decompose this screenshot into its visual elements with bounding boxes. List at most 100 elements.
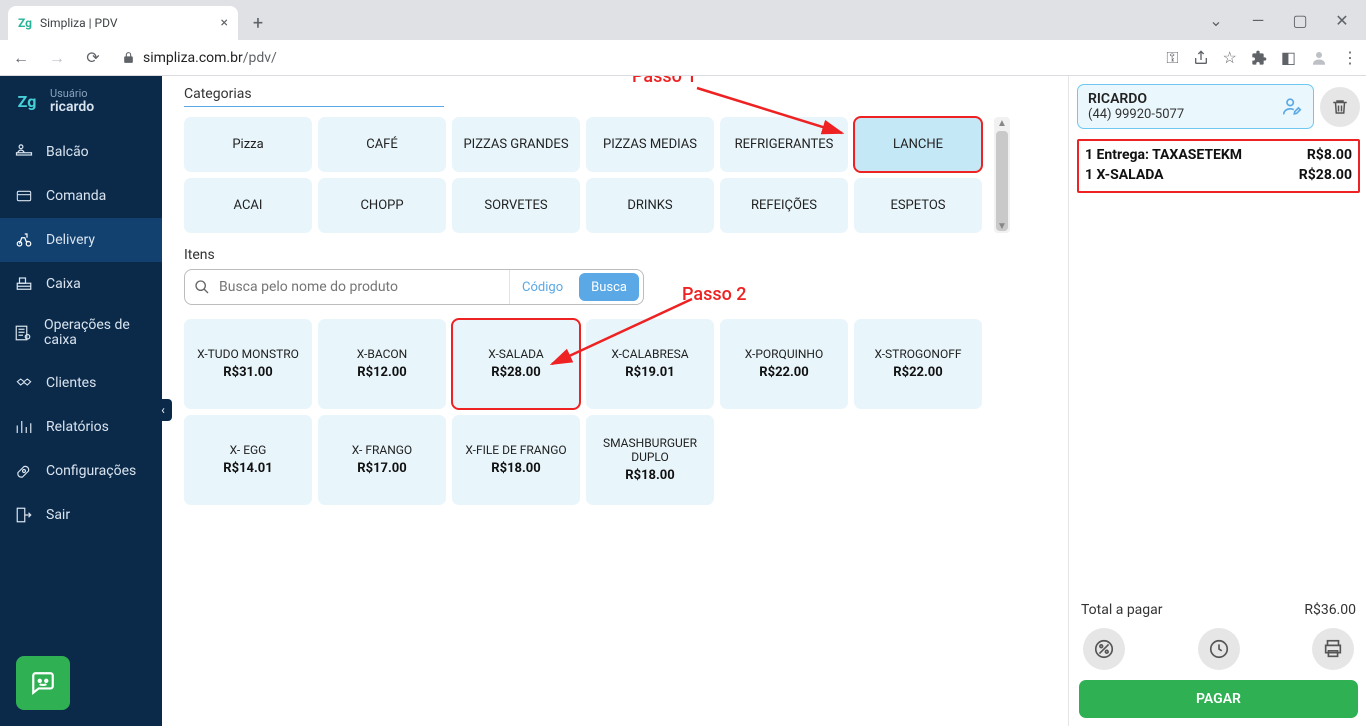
- scroll-up-icon[interactable]: ▲: [994, 118, 1010, 129]
- order-line[interactable]: 1 Entrega: TAXASETEKMR$8.00: [1085, 145, 1352, 165]
- customer-card[interactable]: RICARDO (44) 99920-5077: [1077, 84, 1314, 129]
- sidebar-item-relatorios[interactable]: Relatórios: [0, 405, 162, 449]
- item-card[interactable]: X-SALADA R$28.00: [452, 319, 580, 409]
- key-icon[interactable]: ⚿: [1166, 48, 1178, 68]
- sidepanel-icon[interactable]: ◧: [1281, 48, 1296, 67]
- item-card[interactable]: X-FILE DE FRANGOR$18.00: [452, 415, 580, 505]
- edit-customer-icon[interactable]: [1281, 96, 1303, 118]
- profile-icon[interactable]: [1310, 49, 1328, 67]
- order-line-text: 1 X-SALADA: [1085, 167, 1164, 183]
- pay-button[interactable]: PAGAR: [1079, 680, 1358, 718]
- category-button[interactable]: PIZZAS MEDIAS: [586, 117, 714, 172]
- category-button[interactable]: PIZZAS GRANDES: [452, 117, 580, 172]
- categories-grid: PizzaCAFÉPIZZAS GRANDESPIZZAS MEDIASREFR…: [184, 117, 982, 233]
- item-price: R$14.01: [223, 461, 272, 476]
- history-button[interactable]: [1198, 628, 1240, 670]
- item-name: X-SALADA: [488, 348, 544, 361]
- order-panel: RICARDO (44) 99920-5077 1 Entrega: TAXAS…: [1068, 76, 1366, 726]
- share-icon[interactable]: [1193, 50, 1209, 66]
- scroll-down-icon[interactable]: ▼: [994, 221, 1010, 232]
- close-icon[interactable]: ×: [221, 15, 228, 31]
- item-card[interactable]: X-TUDO MONSTROR$31.00: [184, 319, 312, 409]
- items-grid: X-TUDO MONSTROR$31.00X-BACONR$12.00X-SAL…: [184, 319, 1050, 505]
- discount-button[interactable]: [1083, 628, 1125, 670]
- item-price: R$28.00: [491, 365, 540, 380]
- category-button[interactable]: ESPETOS: [854, 178, 982, 233]
- order-line-price: R$28.00: [1299, 167, 1352, 183]
- search-button[interactable]: Busca: [579, 273, 639, 301]
- item-card[interactable]: X- FRANGOR$17.00: [318, 415, 446, 505]
- item-card[interactable]: X-PORQUINHOR$22.00: [720, 319, 848, 409]
- browser-tab[interactable]: Zg Simpliza | PDV ×: [8, 6, 238, 40]
- order-line-text: 1 Entrega: TAXASETEKM: [1085, 147, 1242, 163]
- search-input[interactable]: [219, 270, 509, 304]
- category-button[interactable]: Pizza: [184, 117, 312, 172]
- url-field[interactable]: simpliza.com.br/pdv/: [122, 50, 277, 66]
- gear-icon: [12, 461, 36, 481]
- operations-icon: [12, 323, 34, 343]
- item-card[interactable]: X-STROGONOFFR$22.00: [854, 319, 982, 409]
- category-button[interactable]: DRINKS: [586, 178, 714, 233]
- main-content: Categorias PizzaCAFÉPIZZAS GRANDESPIZZAS…: [162, 76, 1068, 726]
- close-window-icon[interactable]: ✕: [1322, 6, 1362, 34]
- category-button[interactable]: REFEIÇÕES: [720, 178, 848, 233]
- reload-icon[interactable]: ⟳: [80, 45, 106, 71]
- sidebar-item-sair[interactable]: Sair: [0, 493, 162, 537]
- chat-fab[interactable]: [16, 656, 70, 710]
- order-line[interactable]: 1 X-SALADA R$28.00: [1085, 165, 1352, 185]
- new-tab-button[interactable]: +: [244, 9, 272, 37]
- total-value: R$36.00: [1304, 602, 1356, 618]
- lock-icon: [122, 51, 135, 64]
- chevron-down-icon[interactable]: ⌄: [1196, 6, 1236, 34]
- category-button[interactable]: CHOPP: [318, 178, 446, 233]
- maximize-icon[interactable]: ▢: [1280, 6, 1320, 34]
- sidebar-item-clientes[interactable]: Clientes: [0, 361, 162, 405]
- item-card[interactable]: X- EGG R$14.01: [184, 415, 312, 505]
- item-price: R$12.00: [357, 365, 406, 380]
- sidebar-item-balcao[interactable]: Balcão: [0, 130, 162, 174]
- category-button[interactable]: ACAI: [184, 178, 312, 233]
- star-icon[interactable]: ☆: [1223, 48, 1237, 67]
- category-button[interactable]: LANCHE: [854, 117, 982, 172]
- category-button[interactable]: CAFÉ: [318, 117, 446, 172]
- extensions-icon[interactable]: [1251, 50, 1267, 66]
- delivery-icon: [12, 230, 36, 250]
- reports-icon: [12, 417, 36, 437]
- back-icon[interactable]: ←: [8, 45, 34, 71]
- user-label: Usuário: [50, 88, 94, 99]
- sidebar-item-label: Relatórios: [46, 419, 109, 435]
- item-card[interactable]: SMASHBURGUER DUPLOR$18.00: [586, 415, 714, 505]
- tab-favicon: Zg: [18, 16, 32, 30]
- sidebar-item-label: Sair: [46, 507, 70, 523]
- category-button[interactable]: SORVETES: [452, 178, 580, 233]
- window-controls: ⌄ — ▢ ✕: [1196, 6, 1362, 34]
- sidebar-item-config[interactable]: Configurações: [0, 449, 162, 493]
- menu-icon[interactable]: ⋮: [1342, 48, 1358, 67]
- sidebar-header: Zg Usuário ricardo: [0, 76, 162, 130]
- sidebar-item-operacoes[interactable]: Operações de caixa: [0, 306, 162, 361]
- item-card[interactable]: X-BACONR$12.00: [318, 319, 446, 409]
- item-price: R$22.00: [759, 365, 808, 380]
- item-name: X-FILE DE FRANGO: [465, 444, 566, 457]
- category-button[interactable]: REFRIGERANTES: [720, 117, 848, 172]
- sidebar-item-delivery[interactable]: Delivery: [0, 218, 162, 262]
- print-button[interactable]: [1312, 628, 1354, 670]
- url-host: simpliza.com.br: [143, 50, 243, 66]
- forward-icon: →: [44, 45, 70, 71]
- total-label: Total a pagar: [1081, 602, 1163, 618]
- sidebar-item-comanda[interactable]: Comanda: [0, 174, 162, 218]
- item-name: X- EGG: [230, 444, 267, 457]
- item-price: R$22.00: [893, 365, 942, 380]
- url-path: /pdv/: [243, 50, 277, 66]
- delete-order-button[interactable]: [1320, 87, 1360, 127]
- code-button[interactable]: Código: [509, 270, 575, 304]
- customer-phone: (44) 99920-5077: [1088, 107, 1281, 122]
- item-price: R$19.01: [625, 365, 674, 380]
- category-scrollbar[interactable]: ▲ ▼: [994, 117, 1010, 233]
- sidebar-item-caixa[interactable]: Caixa: [0, 262, 162, 306]
- minimize-icon[interactable]: —: [1238, 6, 1278, 34]
- item-card[interactable]: X-CALABRESAR$19.01: [586, 319, 714, 409]
- scroll-thumb[interactable]: [996, 131, 1008, 231]
- logout-icon: [12, 505, 36, 525]
- address-bar: ← → ⟳ simpliza.com.br/pdv/ ⚿ ☆ ◧ ⋮: [0, 40, 1366, 76]
